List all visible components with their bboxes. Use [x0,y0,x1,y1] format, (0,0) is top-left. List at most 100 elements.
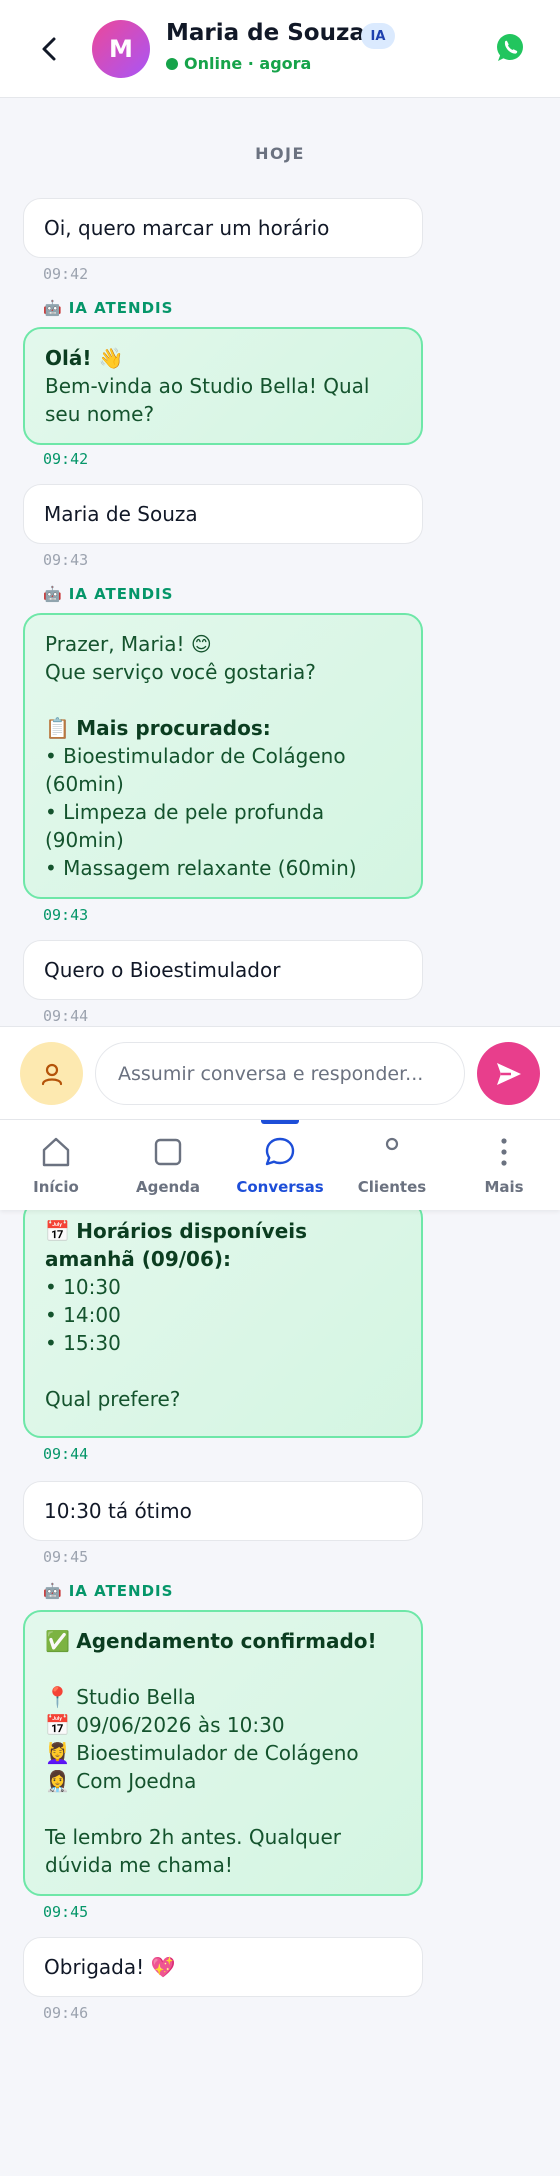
message-text: Quero o Bioestimulador [44,958,281,982]
bot-message-bubble: 📅 Horários disponíveis amanhã (09/06): • … [23,1200,423,1438]
message-text: 📋 [45,716,77,740]
bottom-nav: Início Agenda Conversas Clientes Mais [0,1120,560,1210]
chat-header: M Maria de Souza IA Online · agora [0,0,560,98]
nav-label: Conversas [236,1178,324,1196]
message-timestamp: 09:45 [43,1903,89,1921]
message-timestamp: 09:44 [43,1007,89,1025]
message-line: Qual prefere? [45,1385,401,1413]
user-message-bubble: 10:30 tá ótimo [23,1481,423,1541]
message-line [45,1795,401,1823]
message-line: • Limpeza de pele profunda (90min) [45,798,401,854]
message-timestamp: 09:42 [43,450,89,468]
nav-label: Início [33,1178,79,1196]
message-line: ✅ Agendamento confirmado! [45,1627,401,1655]
message-line: Oi, quero marcar um horário [44,214,402,242]
message-line: • 15:30 [45,1329,401,1357]
assume-conversation-button[interactable] [20,1042,83,1105]
status-line: Online · agora [166,54,311,73]
message-timestamp: 09:42 [43,265,89,283]
user-icon [41,1063,62,1085]
message-text: • Limpeza de pele profunda (90min) [45,800,331,852]
home-icon [42,1137,70,1167]
message-text: Olá! 👋 [45,346,124,370]
bot-sender-label: 🤖 IA ATENDIS [43,585,173,603]
message-text: Maria de Souza [44,502,198,526]
message-text: • 14:00 [45,1303,121,1327]
message-text: • Bioestimulador de Colágeno (60min) [45,744,352,796]
whatsapp-button[interactable] [494,32,526,64]
bot-label-text: IA ATENDIS [68,1582,174,1600]
message-line: 📅 Horários disponíveis amanhã (09/06): [45,1217,401,1273]
message-text: Obrigada! 💖 [44,1955,176,1979]
message-line: Bem-vinda ao Studio Bella! Qual seu nome… [45,372,401,428]
robot-icon: 🤖 [43,585,63,603]
message-line [45,1655,401,1683]
nav-label: Mais [484,1178,524,1196]
message-line: Que serviço você gostaria? [45,658,401,686]
message-text: Que serviço você gostaria? [45,660,316,684]
bot-sender-label: 🤖 IA ATENDIS [43,1582,173,1600]
message-heading: Agendamento confirmado! [76,1629,377,1653]
message-text: 📍 Studio Bella [45,1685,196,1709]
message-line: Olá! 👋 [45,344,401,372]
nav-label: Clientes [357,1178,427,1196]
message-line: • 14:00 [45,1301,401,1329]
message-line: 👩‍⚕️ Com Joedna [45,1767,401,1795]
message-timestamp: 09:44 [43,1445,89,1463]
message-line: Maria de Souza [44,500,402,528]
bot-label-text: IA ATENDIS [68,585,174,603]
contact-name: Maria de Souza [166,20,365,46]
reply-input[interactable] [95,1042,465,1105]
message-text: 📅 09/06/2026 às 10:30 [45,1713,285,1737]
message-line [45,1357,401,1385]
message-text: • 15:30 [45,1331,121,1355]
message-line: 📍 Studio Bella [45,1683,401,1711]
avatar[interactable]: M [92,20,150,78]
send-icon [496,1062,521,1085]
user-message-bubble: Obrigada! 💖 [23,1937,423,1997]
robot-icon: 🤖 [43,1582,63,1600]
message-line: Te lembro 2h antes. Qualquer dúvida me c… [45,1823,401,1879]
message-timestamp: 09:43 [43,551,89,569]
message-line: 💆‍♀️ Bioestimulador de Colágeno [45,1739,401,1767]
nav-item-inicio[interactable]: Início [0,1120,112,1210]
nav-item-clientes[interactable]: Clientes [336,1120,448,1210]
bot-label-text: IA ATENDIS [68,299,174,317]
calendar-icon [154,1138,182,1166]
bot-sender-label: 🤖 IA ATENDIS [43,299,173,317]
users-icon [385,1137,399,1151]
date-separator: HOJE [255,144,305,163]
message-line [45,686,401,714]
message-text: Te lembro 2h antes. Qualquer dúvida me c… [45,1825,348,1877]
message-text: Oi, quero marcar um horário [44,216,330,240]
message-text: ✅ [45,1629,77,1653]
user-message-bubble: Maria de Souza [23,484,423,544]
ia-badge: IA [361,23,395,49]
nav-item-conversas[interactable]: Conversas [224,1120,336,1210]
back-button[interactable] [34,32,64,66]
nav-item-agenda[interactable]: Agenda [112,1120,224,1210]
send-button[interactable] [477,1042,540,1105]
message-text: • 10:30 [45,1275,121,1299]
nav-label: Agenda [135,1178,201,1196]
chat-icon [265,1137,295,1166]
bot-message-bubble: ✅ Agendamento confirmado! 📍 Studio Bella 📅… [23,1610,423,1896]
online-dot-icon [166,57,178,70]
message-line: • 10:30 [45,1273,401,1301]
message-text: 10:30 tá ótimo [44,1499,192,1523]
message-text: Prazer, Maria! 😊 [45,632,212,656]
more-icon [501,1138,507,1166]
message-text: 👩‍⚕️ Com Joedna [45,1769,197,1793]
nav-item-mais[interactable]: Mais [448,1120,560,1210]
message-line: • Bioestimulador de Colágeno (60min) [45,742,401,798]
message-timestamp: 09:43 [43,906,89,924]
message-timestamp: 09:46 [43,2004,89,2022]
message-text: 💆‍♀️ Bioestimulador de Colágeno [45,1741,359,1765]
message-text: • Massagem relaxante (60min) [45,856,357,880]
bot-message-bubble: Olá! 👋 Bem-vinda ao Studio Bella! Qual se… [23,327,423,445]
message-line: 📅 09/06/2026 às 10:30 [45,1711,401,1739]
message-heading: Mais procurados: [76,716,271,740]
chevron-left-icon [42,37,56,61]
status-text: Online · agora [184,54,312,73]
message-line: Obrigada! 💖 [44,1953,402,1981]
